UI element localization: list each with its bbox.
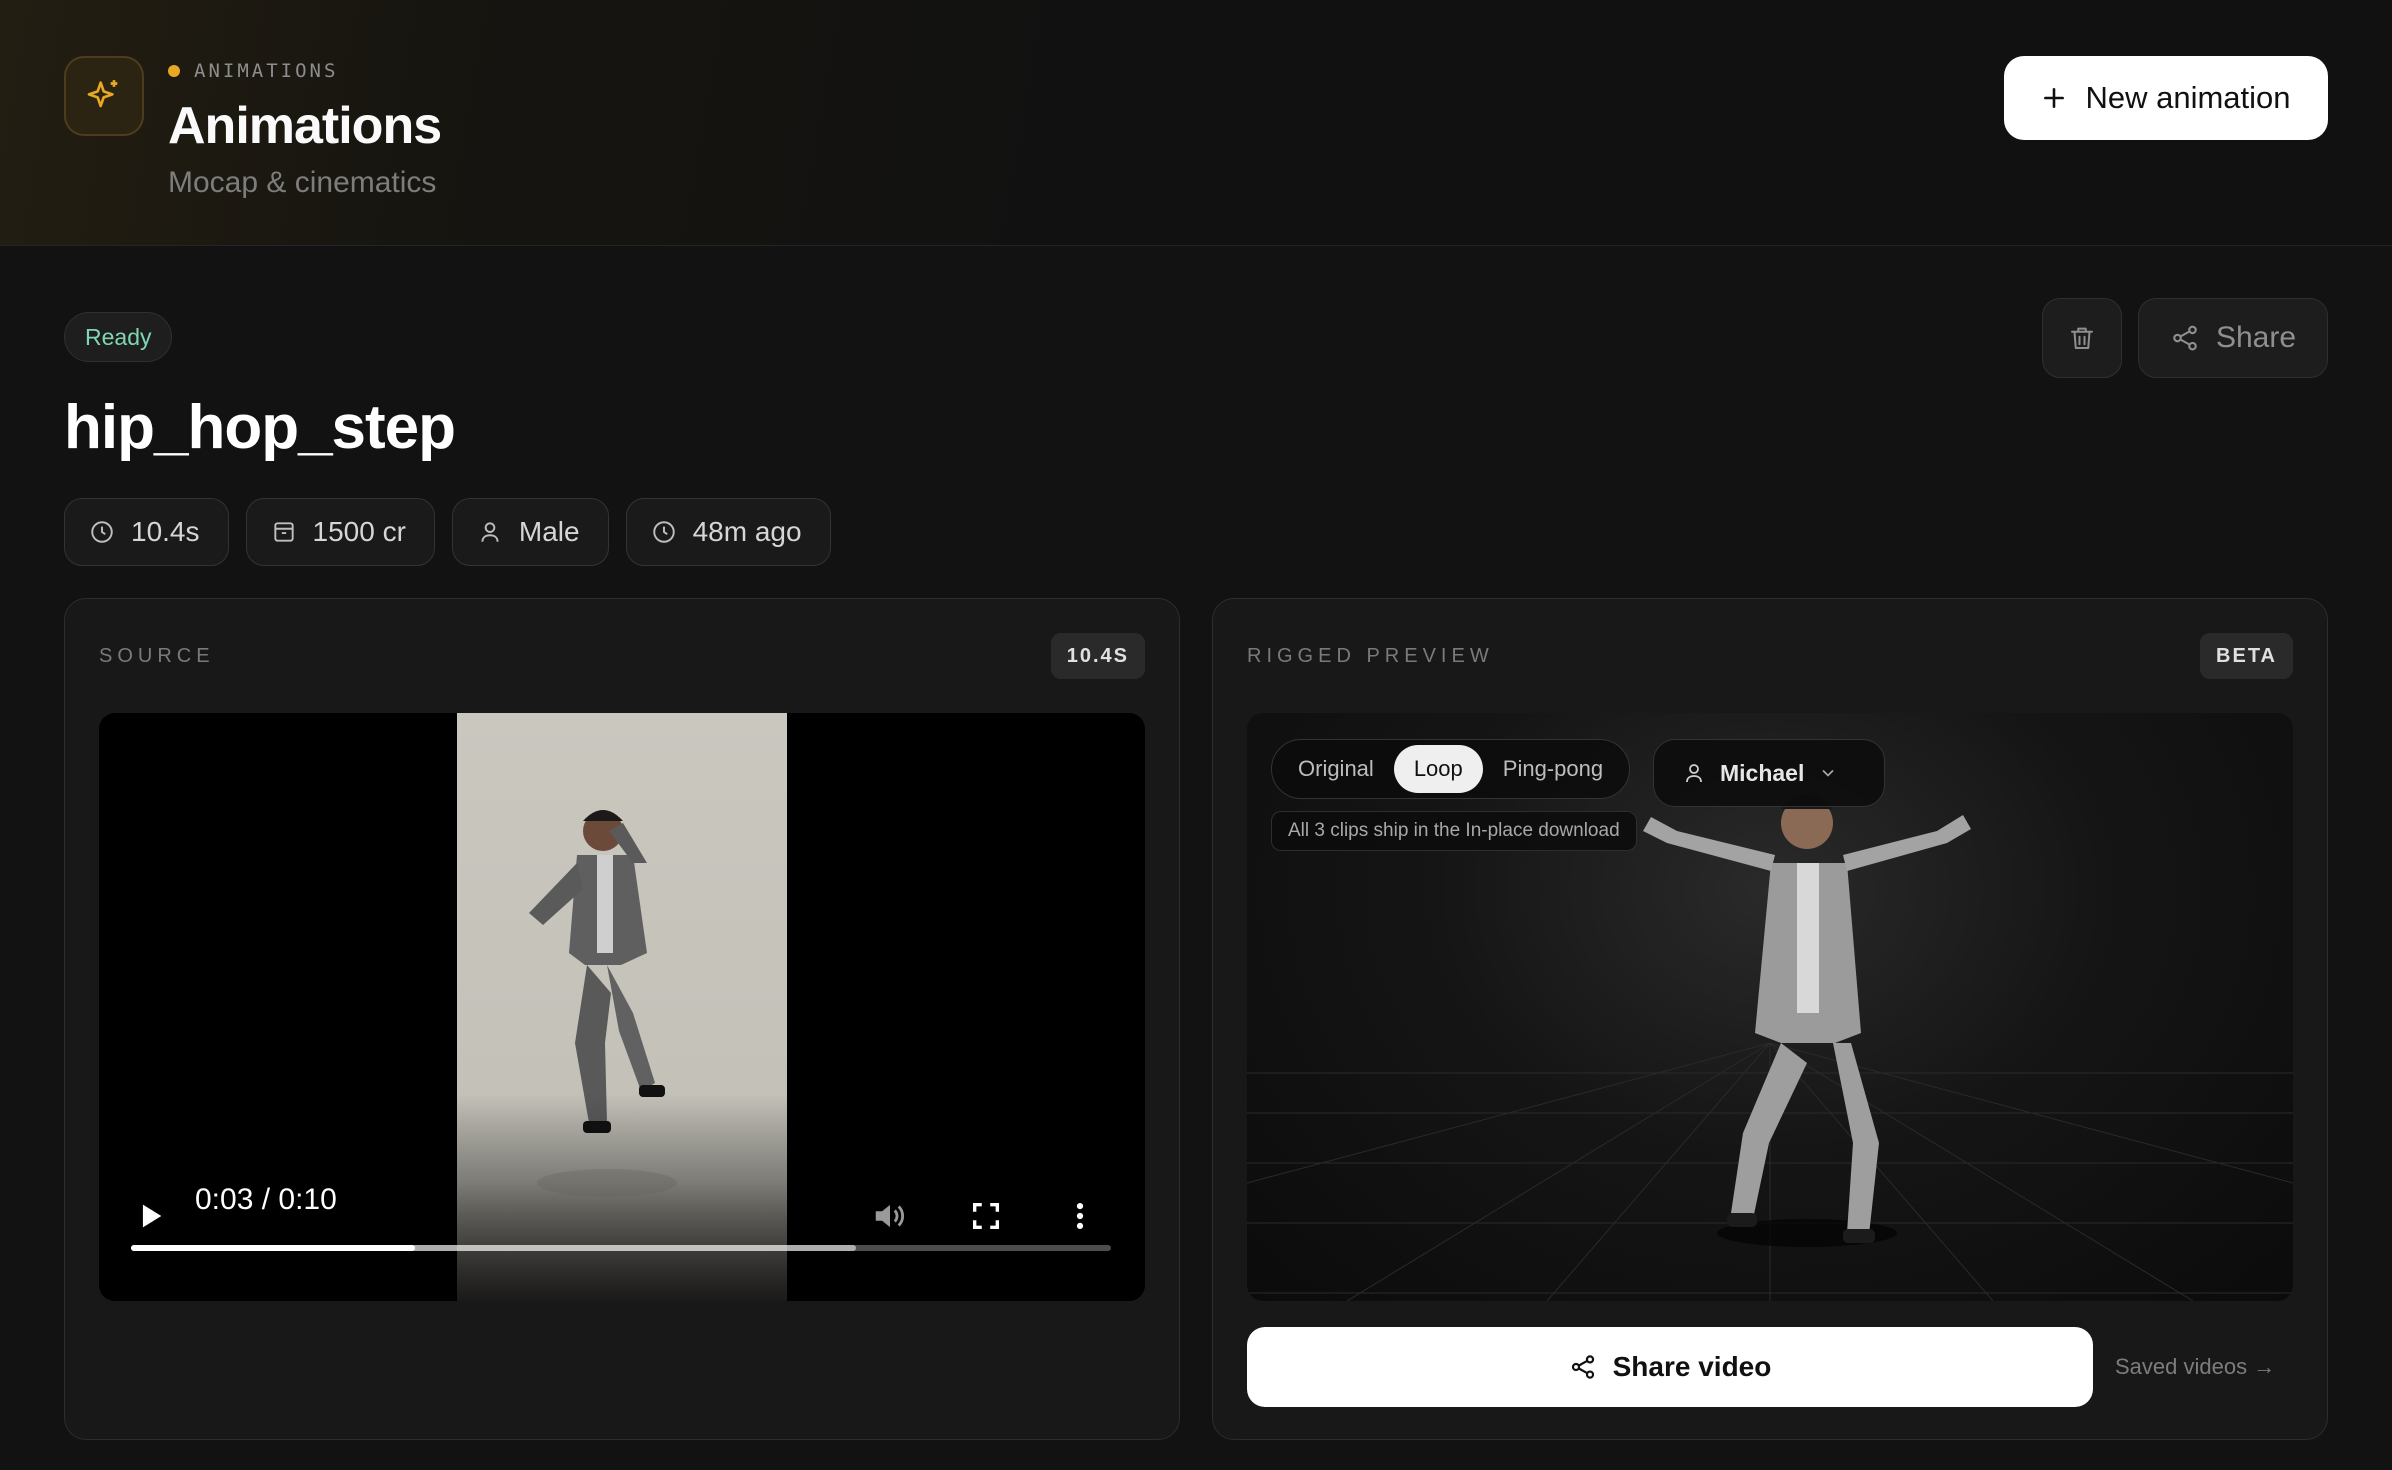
gender-value: Male — [518, 516, 580, 547]
meta-row: 10.4s 1500 cr Male 48m ago — [64, 498, 831, 566]
character-select[interactable]: Michael — [1653, 739, 1885, 807]
share-icon — [2173, 325, 2197, 351]
credits-chip: 1500 cr — [245, 498, 435, 566]
fullscreen-icon[interactable] — [969, 1199, 1003, 1233]
created-value: 48m ago — [692, 516, 802, 547]
3d-viewport[interactable]: Original Loop Ping-pong Michael All 3 cl… — [1247, 713, 2293, 1301]
app-header: ANIMATIONS Animations Mocap & cinematics… — [0, 0, 2392, 246]
clip-note: All 3 clips ship in the In-place downloa… — [1271, 811, 1637, 851]
new-animation-label: New animation — [2085, 80, 2291, 115]
trash-icon — [2071, 327, 2093, 349]
mode-loop[interactable]: Loop — [1393, 745, 1483, 793]
new-animation-button[interactable]: New animation — [2004, 56, 2328, 140]
archive-icon — [273, 522, 294, 542]
plus-icon — [2044, 88, 2065, 108]
saved-videos-link[interactable]: Saved videos → — [2115, 1349, 2275, 1385]
source-video-player[interactable]: 0:03 / 0:10 — [99, 713, 1145, 1301]
share-label: Share — [2215, 321, 2297, 354]
share-icon — [1571, 1355, 1594, 1379]
page-title: hip_hop_step — [64, 393, 456, 462]
sparkles-icon — [64, 56, 144, 136]
playback-time: 0:03 / 0:10 — [195, 1183, 337, 1216]
rigged-preview-panel: RIGGED PREVIEW BETA Original Loop Ping-p… — [1212, 598, 2328, 1440]
more-options-icon[interactable] — [1063, 1199, 1097, 1233]
play-icon[interactable] — [133, 1199, 167, 1233]
played-bar — [131, 1245, 416, 1251]
share-video-label: Share video — [1612, 1351, 1772, 1382]
created-chip: 48m ago — [625, 498, 831, 566]
delete-button[interactable] — [2042, 298, 2122, 378]
eyebrow-label: ANIMATIONS — [194, 60, 339, 82]
duration-value: 10.4s — [131, 516, 200, 547]
beta-badge: BETA — [2200, 633, 2293, 679]
duration-chip: 10.4s — [64, 498, 229, 566]
share-button[interactable]: Share — [2138, 298, 2328, 378]
character-name: Michael — [1720, 759, 1805, 786]
section-eyebrow: ANIMATIONS — [168, 60, 338, 82]
user-icon — [481, 522, 499, 542]
saved-videos-label: Saved videos → — [2115, 1354, 2276, 1379]
clock-icon — [652, 521, 675, 543]
credits-value: 1500 cr — [312, 516, 406, 547]
status-dot — [168, 65, 180, 77]
header-title: Animations — [168, 97, 442, 155]
volume-icon[interactable] — [871, 1197, 909, 1235]
rigged-label: RIGGED PREVIEW — [1247, 645, 1494, 667]
clock-icon — [91, 521, 113, 543]
header-subtitle: Mocap & cinematics — [168, 166, 437, 199]
gender-chip: Male — [451, 498, 609, 566]
mode-ping-pong[interactable]: Ping-pong — [1483, 745, 1623, 793]
rigged-character — [1643, 794, 1971, 1243]
share-video-button[interactable]: Share video — [1247, 1327, 2093, 1407]
source-panel: SOURCE 10.4S 0:03 / 0:10 — [64, 598, 1180, 1440]
source-label: SOURCE — [99, 645, 215, 667]
playback-mode-toggle: Original Loop Ping-pong — [1271, 739, 1631, 799]
progress-bar[interactable] — [131, 1245, 1111, 1251]
duration-badge: 10.4S — [1050, 633, 1145, 679]
mode-original[interactable]: Original — [1278, 745, 1394, 793]
chevron-down-icon — [1822, 769, 1834, 777]
user-icon — [1686, 764, 1702, 783]
status-badge: Ready — [64, 312, 173, 362]
